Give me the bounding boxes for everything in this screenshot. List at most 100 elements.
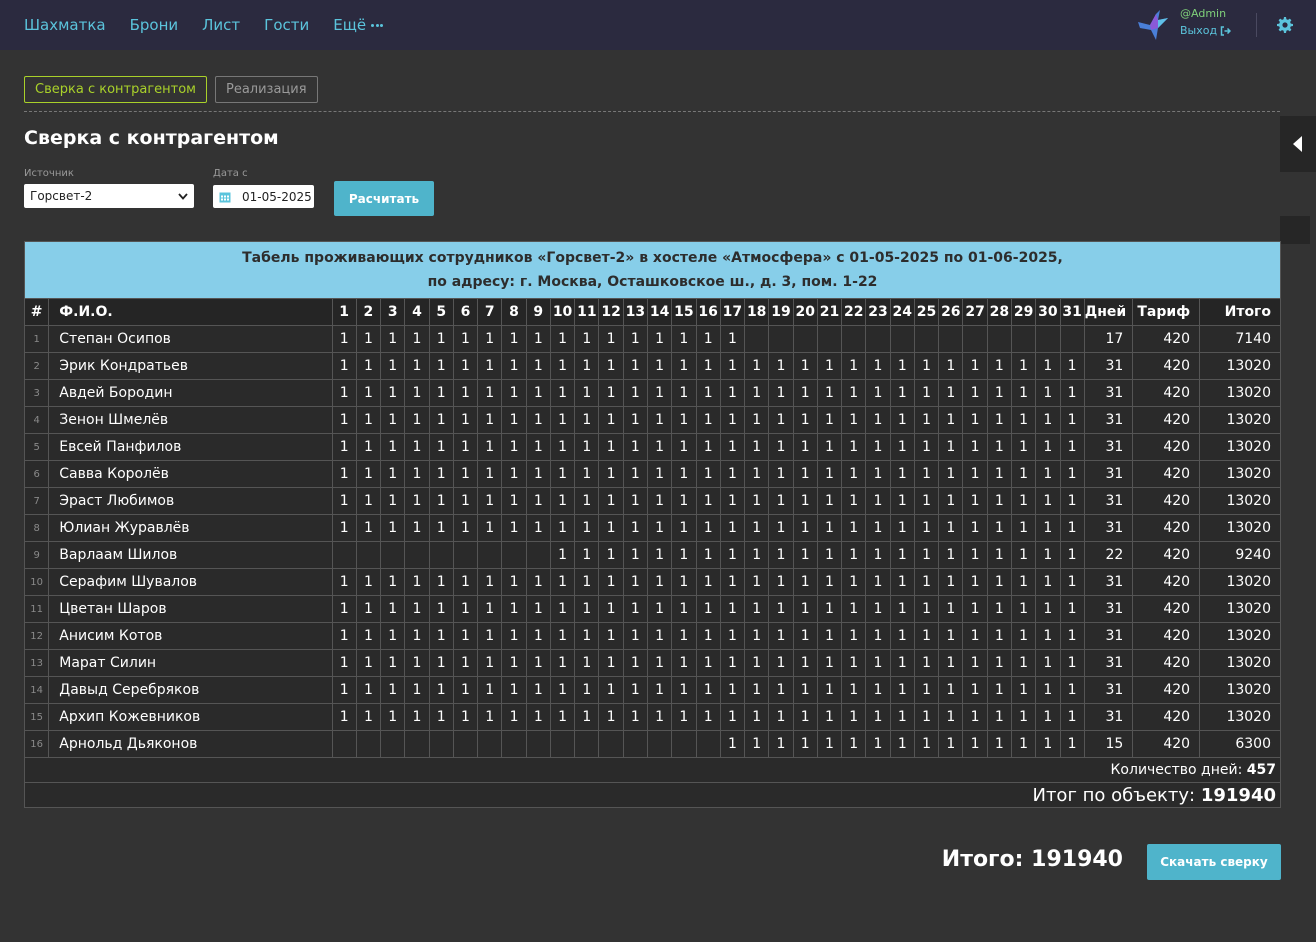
day-cell: 1 bbox=[428, 676, 454, 704]
day-cell: 1 bbox=[477, 433, 503, 461]
nav-link-guests[interactable]: Гости bbox=[264, 16, 309, 34]
row-index: 6 bbox=[23, 460, 50, 488]
day-cell: 1 bbox=[501, 703, 527, 731]
day-cell: 1 bbox=[355, 406, 382, 434]
day-cell: 1 bbox=[986, 352, 1012, 380]
day-cell: 1 bbox=[598, 622, 624, 650]
day-cell: 1 bbox=[792, 703, 818, 731]
day-cell: 1 bbox=[355, 325, 382, 353]
day-cell: 1 bbox=[816, 730, 843, 758]
download-reconciliation-button[interactable]: Скачать сверку bbox=[1147, 844, 1281, 880]
day-cell bbox=[913, 325, 940, 353]
day-cell: 1 bbox=[865, 379, 891, 407]
day-cell bbox=[380, 730, 406, 758]
user-name[interactable]: @Admin bbox=[1180, 8, 1231, 19]
day-cell: 1 bbox=[598, 379, 624, 407]
day-cell: 1 bbox=[452, 622, 479, 650]
day-cell bbox=[889, 325, 915, 353]
nav-link-chessboard[interactable]: Шахматка bbox=[24, 16, 106, 34]
day-cell: 1 bbox=[841, 514, 867, 542]
day-cell: 1 bbox=[622, 622, 648, 650]
day-cell: 1 bbox=[380, 649, 406, 677]
day-cell: 1 bbox=[452, 406, 479, 434]
header-day-14: 14 bbox=[646, 298, 673, 326]
day-cell: 1 bbox=[841, 460, 867, 488]
day-cell: 1 bbox=[355, 487, 382, 515]
tab-reconciliation[interactable]: Сверка с контрагентом bbox=[24, 76, 207, 103]
header-day-27: 27 bbox=[962, 298, 988, 326]
day-cell: 1 bbox=[719, 730, 746, 758]
day-cell: 1 bbox=[865, 352, 891, 380]
side-panel-toggle[interactable] bbox=[1280, 116, 1316, 172]
day-cell bbox=[501, 541, 527, 569]
day-cell: 1 bbox=[1010, 406, 1037, 434]
calculate-button[interactable]: Расчитать bbox=[334, 181, 434, 216]
day-cell: 1 bbox=[477, 676, 503, 704]
row-tariff: 420 bbox=[1132, 487, 1201, 515]
header-day-21: 21 bbox=[816, 298, 843, 326]
day-cell: 1 bbox=[792, 433, 818, 461]
day-cell: 1 bbox=[477, 514, 503, 542]
row-total: 13020 bbox=[1199, 595, 1281, 623]
tab-sales[interactable]: Реализация bbox=[214, 76, 318, 103]
day-cell: 1 bbox=[598, 487, 624, 515]
nav-link-list[interactable]: Лист bbox=[202, 16, 240, 34]
day-cell: 1 bbox=[962, 622, 988, 650]
day-cell: 1 bbox=[574, 568, 600, 596]
day-cell: 1 bbox=[695, 406, 721, 434]
day-cell: 1 bbox=[913, 595, 940, 623]
day-cell: 1 bbox=[962, 541, 988, 569]
day-cell: 1 bbox=[719, 406, 746, 434]
day-cell: 1 bbox=[841, 352, 867, 380]
day-cell: 1 bbox=[938, 676, 964, 704]
side-panel-tab[interactable] bbox=[1280, 216, 1310, 244]
row-total: 13020 bbox=[1199, 433, 1281, 461]
day-cell: 1 bbox=[719, 379, 746, 407]
row-days: 31 bbox=[1083, 649, 1134, 677]
day-cell: 1 bbox=[574, 352, 600, 380]
day-cell bbox=[962, 325, 988, 353]
day-cell: 1 bbox=[355, 433, 382, 461]
day-cell: 1 bbox=[622, 352, 648, 380]
nav-link-bookings[interactable]: Брони bbox=[130, 16, 179, 34]
day-cell: 1 bbox=[331, 325, 357, 353]
day-cell: 1 bbox=[404, 703, 430, 731]
day-cell: 1 bbox=[525, 595, 551, 623]
day-cell: 1 bbox=[1010, 433, 1037, 461]
day-cell: 1 bbox=[962, 487, 988, 515]
nav-links: Шахматка Брони Лист Гости Ещё bbox=[24, 0, 409, 50]
day-cell: 1 bbox=[549, 622, 576, 650]
day-cell: 1 bbox=[986, 703, 1012, 731]
day-cell: 1 bbox=[938, 568, 964, 596]
day-cell: 1 bbox=[452, 676, 479, 704]
row-tariff: 420 bbox=[1132, 406, 1201, 434]
day-cell: 1 bbox=[646, 595, 673, 623]
day-cell: 1 bbox=[404, 325, 430, 353]
day-cell: 1 bbox=[962, 460, 988, 488]
row-total: 13020 bbox=[1199, 649, 1281, 677]
day-cell: 1 bbox=[938, 433, 964, 461]
nav-more-menu[interactable]: Ещё bbox=[333, 16, 384, 34]
day-cell: 1 bbox=[549, 352, 576, 380]
row-days: 31 bbox=[1083, 487, 1134, 515]
day-cell: 1 bbox=[1035, 595, 1061, 623]
day-cell: 1 bbox=[452, 379, 479, 407]
gear-icon[interactable] bbox=[1277, 17, 1293, 33]
date-input[interactable]: 01-05-2025 bbox=[213, 185, 314, 208]
day-cell bbox=[355, 541, 382, 569]
row-index: 13 bbox=[23, 649, 50, 677]
day-cell: 1 bbox=[719, 352, 746, 380]
day-cell: 1 bbox=[962, 406, 988, 434]
logout-link[interactable]: Выход bbox=[1180, 25, 1232, 36]
day-cell: 1 bbox=[501, 676, 527, 704]
day-cell: 1 bbox=[355, 514, 382, 542]
day-cell: 1 bbox=[574, 460, 600, 488]
day-cell: 1 bbox=[986, 622, 1012, 650]
header-day-5: 5 bbox=[428, 298, 454, 326]
chevron-down-icon bbox=[178, 192, 188, 200]
day-cell bbox=[477, 730, 503, 758]
day-cell: 1 bbox=[355, 568, 382, 596]
source-select[interactable]: Горсвет-2 bbox=[24, 184, 194, 208]
row-total: 13020 bbox=[1199, 406, 1281, 434]
day-cell: 1 bbox=[986, 514, 1012, 542]
